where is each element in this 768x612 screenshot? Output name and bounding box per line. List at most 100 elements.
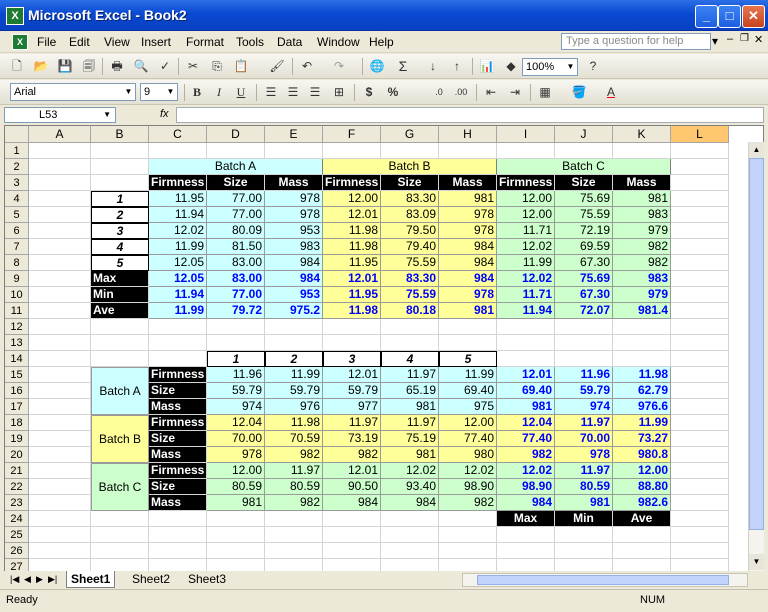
grid-cell[interactable] [29, 399, 91, 415]
grid-cell[interactable] [29, 479, 91, 495]
column-label[interactable]: Mass [613, 175, 671, 191]
data-cell[interactable]: 12.01 [323, 367, 381, 383]
row-header[interactable]: 25 [5, 527, 29, 543]
vertical-scrollbar[interactable]: ▲ ▼ [748, 142, 764, 572]
column-header[interactable]: B [91, 126, 149, 143]
row-header[interactable]: 1 [5, 143, 29, 159]
borders-icon[interactable]: ▦ [536, 83, 554, 101]
menu-help[interactable]: Help [369, 35, 394, 49]
row-header[interactable]: 20 [5, 447, 29, 463]
decrease-decimal-icon[interactable]: .00 [452, 83, 470, 101]
doc-close-icon[interactable]: ✕ [754, 33, 763, 46]
align-right-icon[interactable]: ☰ [306, 83, 324, 101]
menu-format[interactable]: Format [186, 35, 224, 49]
column-header[interactable]: G [381, 126, 439, 143]
grid-cell[interactable] [29, 463, 91, 479]
grid-cell[interactable] [671, 351, 729, 367]
stat-cell[interactable]: 11.95 [323, 287, 381, 303]
data-cell[interactable]: 979 [613, 223, 671, 239]
grid-cell[interactable] [91, 527, 149, 543]
data-cell[interactable]: 984 [439, 239, 497, 255]
grid-cell[interactable] [207, 511, 265, 527]
copy-icon[interactable]: ⎘ [208, 57, 226, 75]
data-cell[interactable]: 69.40 [439, 383, 497, 399]
data-cell[interactable]: 73.19 [323, 431, 381, 447]
grid-cell[interactable] [29, 511, 91, 527]
row-header[interactable]: 26 [5, 543, 29, 559]
grid-cell[interactable] [555, 351, 613, 367]
data-cell[interactable]: 70.00 [207, 431, 265, 447]
row-header[interactable]: 23 [5, 495, 29, 511]
data-cell[interactable]: 11.98 [323, 223, 381, 239]
horizontal-scrollbar[interactable] [462, 573, 748, 587]
grid-cell[interactable] [439, 319, 497, 335]
grid-cell[interactable] [29, 287, 91, 303]
grid-cell[interactable] [323, 527, 381, 543]
batch-header[interactable]: Batch C [497, 159, 671, 175]
grid-cell[interactable] [613, 543, 671, 559]
data-cell[interactable]: 984 [381, 495, 439, 511]
grid-cell[interactable] [91, 143, 149, 159]
data-cell[interactable]: 981 [381, 399, 439, 415]
stat-cell[interactable]: 984 [439, 271, 497, 287]
formula-input[interactable] [176, 107, 764, 123]
grid-cell[interactable] [323, 319, 381, 335]
data-cell[interactable]: 81.50 [207, 239, 265, 255]
grid-cell[interactable] [671, 287, 729, 303]
stat-cell[interactable]: 77.00 [207, 287, 265, 303]
open-icon[interactable]: 📂 [32, 57, 50, 75]
stat-cell[interactable]: 11.99 [149, 303, 207, 319]
grid-cell[interactable] [265, 511, 323, 527]
data-cell[interactable]: 67.30 [555, 255, 613, 271]
align-center-icon[interactable]: ☰ [284, 83, 302, 101]
increase-indent-icon[interactable]: ⇥ [506, 83, 524, 101]
fx-icon[interactable]: fx [160, 108, 169, 120]
stat-cell[interactable]: 984 [265, 271, 323, 287]
grid-cell[interactable] [671, 207, 729, 223]
row-header[interactable]: 24 [5, 511, 29, 527]
row-header[interactable]: 22 [5, 479, 29, 495]
grid-cell[interactable] [29, 543, 91, 559]
data-cell[interactable]: 77.00 [207, 207, 265, 223]
data-cell[interactable]: 976 [265, 399, 323, 415]
stat-cell[interactable]: 976.6 [613, 399, 671, 415]
help-search-input[interactable]: Type a question for help [561, 33, 711, 50]
stat-cell[interactable]: 80.18 [381, 303, 439, 319]
grid-cell[interactable] [671, 367, 729, 383]
grid-cell[interactable] [323, 143, 381, 159]
increase-decimal-icon[interactable]: .0 [430, 83, 448, 101]
grid-cell[interactable] [29, 335, 91, 351]
data-cell[interactable]: 93.40 [381, 479, 439, 495]
grid-cell[interactable] [381, 319, 439, 335]
stat-cell[interactable]: 953 [265, 287, 323, 303]
last-sheet-icon[interactable]: ▶| [44, 571, 61, 587]
stat-cell[interactable]: 984 [497, 495, 555, 511]
grid-cell[interactable] [265, 527, 323, 543]
grid-cell[interactable] [381, 511, 439, 527]
column-header[interactable]: I [497, 126, 555, 143]
stat-cell[interactable]: 12.02 [497, 463, 555, 479]
data-cell[interactable]: 83.30 [381, 191, 439, 207]
tab-sheet1[interactable]: Sheet1 [66, 571, 116, 588]
grid-cell[interactable] [671, 175, 729, 191]
scroll-up-icon[interactable]: ▲ [749, 142, 764, 158]
grid-cell[interactable] [91, 543, 149, 559]
data-cell[interactable]: 983 [613, 207, 671, 223]
grid-cell[interactable] [613, 319, 671, 335]
save-icon[interactable]: 💾 [56, 57, 74, 75]
stat-cell[interactable]: 12.02 [497, 271, 555, 287]
grid-cell[interactable] [381, 527, 439, 543]
stat-cell[interactable]: 981 [497, 399, 555, 415]
stat-cell[interactable]: 979 [613, 287, 671, 303]
data-cell[interactable]: 98.90 [439, 479, 497, 495]
grid-cell[interactable] [29, 223, 91, 239]
menu-data[interactable]: Data [277, 35, 302, 49]
data-cell[interactable]: 982 [265, 495, 323, 511]
data-cell[interactable]: 974 [207, 399, 265, 415]
data-cell[interactable]: 12.00 [497, 191, 555, 207]
stat-cell[interactable]: 980.8 [613, 447, 671, 463]
measure-label[interactable]: Mass [149, 495, 207, 511]
currency-button[interactable]: $ [360, 83, 378, 101]
stat-label[interactable]: Ave [613, 511, 671, 527]
grid-cell[interactable] [671, 447, 729, 463]
